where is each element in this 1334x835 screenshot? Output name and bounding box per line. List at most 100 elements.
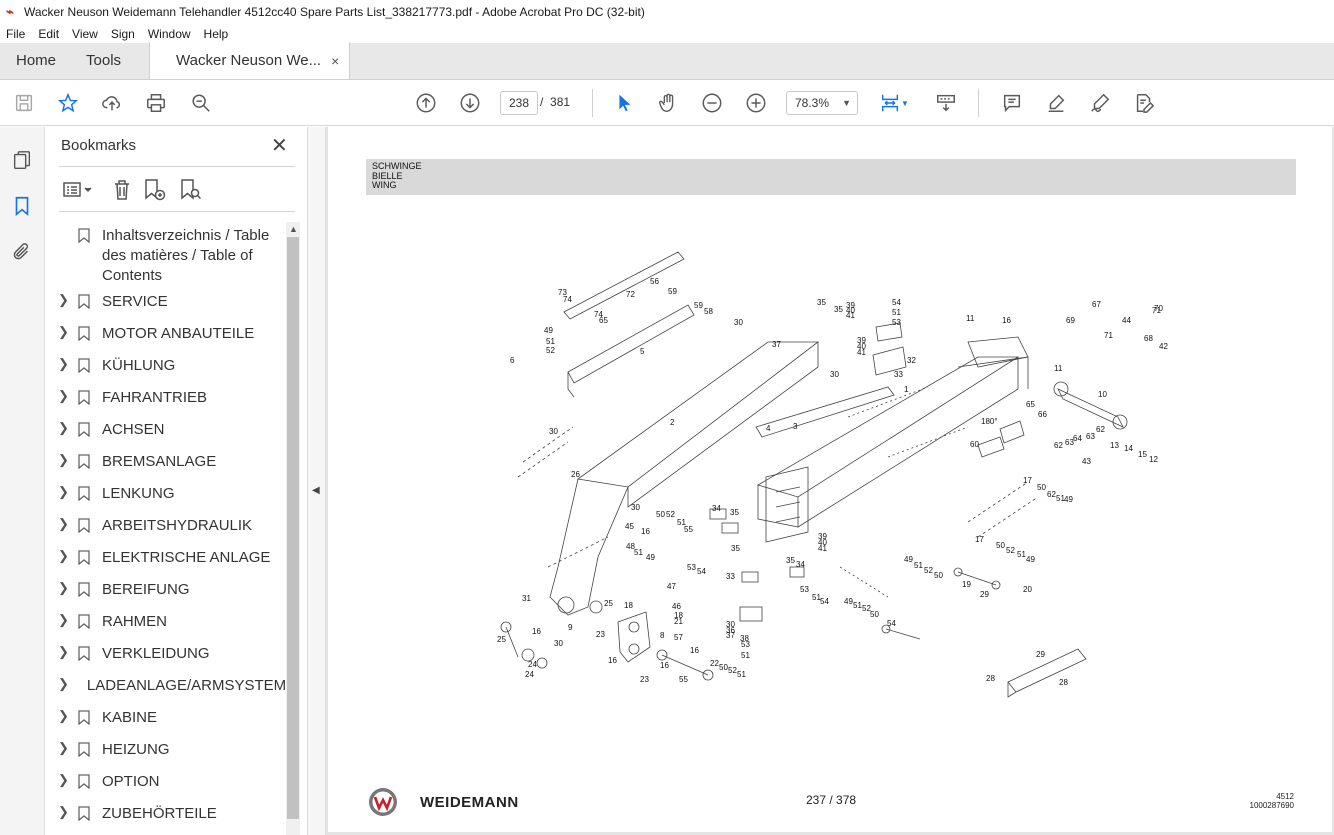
part-callout: 9 <box>568 623 573 632</box>
bookmark-item-elektrische-anlage[interactable]: ❯ ELEKTRISCHE ANLAGE <box>45 548 286 568</box>
bookmark-item-arbeitshydraulik[interactable]: ❯ ARBEITSHYDRAULIK <box>45 516 286 536</box>
zoom-search-icon[interactable] <box>189 91 213 115</box>
chevron-right-icon[interactable]: ❯ <box>58 580 72 600</box>
close-panel-icon[interactable]: ✕ <box>271 133 288 158</box>
select-cursor-icon[interactable] <box>612 91 636 115</box>
part-callout: 52 <box>1006 546 1015 555</box>
menu-view[interactable]: View <box>72 27 98 41</box>
tab-home[interactable]: Home <box>0 42 72 79</box>
bookmark-item-option[interactable]: ❯ OPTION <box>45 772 286 792</box>
close-icon[interactable]: × <box>331 53 339 69</box>
bookmark-icon <box>78 294 90 309</box>
save-icon[interactable] <box>12 91 36 115</box>
chevron-right-icon[interactable]: ❯ <box>58 740 72 760</box>
bookmark-label: RAHMEN <box>102 613 168 630</box>
page-number-input[interactable]: 238 <box>500 91 538 115</box>
fit-menu-chevron-icon[interactable]: ▼ <box>898 91 912 115</box>
zoom-in-icon[interactable] <box>744 91 768 115</box>
hand-icon[interactable] <box>656 91 680 115</box>
bookmark-icon <box>78 550 90 565</box>
bookmark-item-rahmen[interactable]: ❯ RAHMEN <box>45 612 286 632</box>
menu-sign[interactable]: Sign <box>111 27 135 41</box>
chevron-right-icon[interactable]: ❯ <box>58 644 72 664</box>
menu-help[interactable]: Help <box>204 27 229 41</box>
bookmark-item-lenkung[interactable]: ❯ LENKUNG <box>45 484 286 504</box>
bookmark-label: ACHSEN <box>102 421 165 438</box>
collapse-panel-icon[interactable]: ◀ <box>312 485 320 496</box>
chevron-right-icon[interactable]: ❯ <box>58 708 72 728</box>
part-callout: 49 <box>646 553 655 562</box>
zoom-value: 78.3% <box>795 96 830 110</box>
upload-icon[interactable] <box>100 91 124 115</box>
part-callout: 52 <box>666 510 675 519</box>
chevron-right-icon[interactable]: ❯ <box>58 548 72 568</box>
tab-document[interactable]: Wacker Neuson We... × <box>149 42 351 79</box>
chevron-right-icon[interactable]: ❯ <box>58 452 72 472</box>
chevron-right-icon[interactable]: ❯ <box>58 420 72 440</box>
part-callout: 34 <box>796 560 805 569</box>
part-callout: 33 <box>726 572 735 581</box>
edit-pdf-icon[interactable] <box>1132 91 1156 115</box>
attachment-icon[interactable] <box>11 241 33 263</box>
part-callout: 69 <box>1066 316 1075 325</box>
comment-icon[interactable] <box>1000 91 1024 115</box>
part-callout: 30 <box>554 639 563 648</box>
chevron-right-icon[interactable]: ❯ <box>58 324 72 344</box>
scrollbar-thumb[interactable] <box>287 237 299 819</box>
chevron-right-icon[interactable]: ❯ <box>58 356 72 376</box>
page-up-icon[interactable] <box>414 91 438 115</box>
menu-file[interactable]: File <box>6 27 25 41</box>
bookmark-item-ladeanlage-armsystem[interactable]: ❯ LADEANLAGE/ARMSYSTEM <box>45 676 286 696</box>
zoom-select[interactable]: 78.3% ▼ <box>786 91 858 115</box>
chevron-right-icon[interactable]: ❯ <box>58 292 72 312</box>
zoom-out-icon[interactable] <box>700 91 724 115</box>
bookmark-item-zubehoerteile[interactable]: ❯ ZUBEHÖRTEILE <box>45 804 286 824</box>
bookmark-item-achsen[interactable]: ❯ ACHSEN <box>45 420 286 440</box>
bookmark-item-heizung[interactable]: ❯ HEIZUNG <box>45 740 286 760</box>
sign-icon[interactable] <box>1088 91 1112 115</box>
scroll-up-icon[interactable]: ▲ <box>289 224 298 234</box>
delete-bookmark-icon[interactable] <box>109 177 135 203</box>
bookmark-item-bremsanlage[interactable]: ❯ BREMSANLAGE <box>45 452 286 472</box>
chevron-right-icon[interactable]: ❯ <box>58 676 69 696</box>
find-bookmark-icon[interactable] <box>177 177 203 203</box>
bookmark-item-service[interactable]: ❯ SERVICE <box>45 292 286 312</box>
tab-bar: Home Tools Wacker Neuson We... × <box>0 42 1334 80</box>
bookmark-item-table-of-contents[interactable]: Inhaltsverzeichnis / Table des matières … <box>45 226 286 286</box>
print-icon[interactable] <box>144 91 168 115</box>
new-bookmark-icon[interactable] <box>141 177 167 203</box>
bookmark-item-kuehlung[interactable]: ❯ KÜHLUNG <box>45 356 286 376</box>
bookmark-item-motor-anbauteile[interactable]: ❯ MOTOR ANBAUTEILE <box>45 324 286 344</box>
bookmark-options-icon[interactable] <box>61 177 97 203</box>
chevron-right-icon[interactable]: ❯ <box>58 772 72 792</box>
weidemann-logo <box>369 788 397 816</box>
bookmark-item-kabine[interactable]: ❯ KABINE <box>45 708 286 728</box>
chevron-right-icon[interactable]: ❯ <box>58 612 72 632</box>
part-callout: 10 <box>1098 390 1107 399</box>
bookmark-panel-icon[interactable] <box>11 195 33 217</box>
bookmark-item-fahrantrieb[interactable]: ❯ FAHRANTRIEB <box>45 388 286 408</box>
page-thumbnails-icon[interactable] <box>11 149 33 171</box>
chevron-right-icon[interactable]: ❯ <box>58 388 72 408</box>
highlight-icon[interactable] <box>1044 91 1068 115</box>
part-callout: 65 <box>1026 400 1035 409</box>
scroll-mode-icon[interactable] <box>934 91 958 115</box>
document-viewport[interactable]: SCHWINGE BIELLE WING 73 74 72 56 59 59 5… <box>326 127 1334 835</box>
chevron-right-icon[interactable]: ❯ <box>58 484 72 504</box>
tab-tools[interactable]: Tools <box>72 42 149 79</box>
bookmark-item-bereifung[interactable]: ❯ BEREIFUNG <box>45 580 286 600</box>
part-callout: 5 <box>640 347 645 356</box>
menu-window[interactable]: Window <box>148 27 191 41</box>
menu-edit[interactable]: Edit <box>38 27 59 41</box>
part-callout: 29 <box>1036 650 1045 659</box>
part-callout: 52 <box>924 566 933 575</box>
bookmark-item-verkleidung[interactable]: ❯ VERKLEIDUNG <box>45 644 286 664</box>
page-down-icon[interactable] <box>458 91 482 115</box>
panel-splitter[interactable]: ◀ <box>308 127 326 835</box>
part-callout: 54 <box>697 567 706 576</box>
chevron-right-icon[interactable]: ❯ <box>58 516 72 536</box>
chevron-right-icon[interactable]: ❯ <box>58 804 72 824</box>
model-number: 4512 <box>1276 792 1294 801</box>
part-callout: 23 <box>640 675 649 684</box>
star-icon[interactable] <box>56 91 80 115</box>
